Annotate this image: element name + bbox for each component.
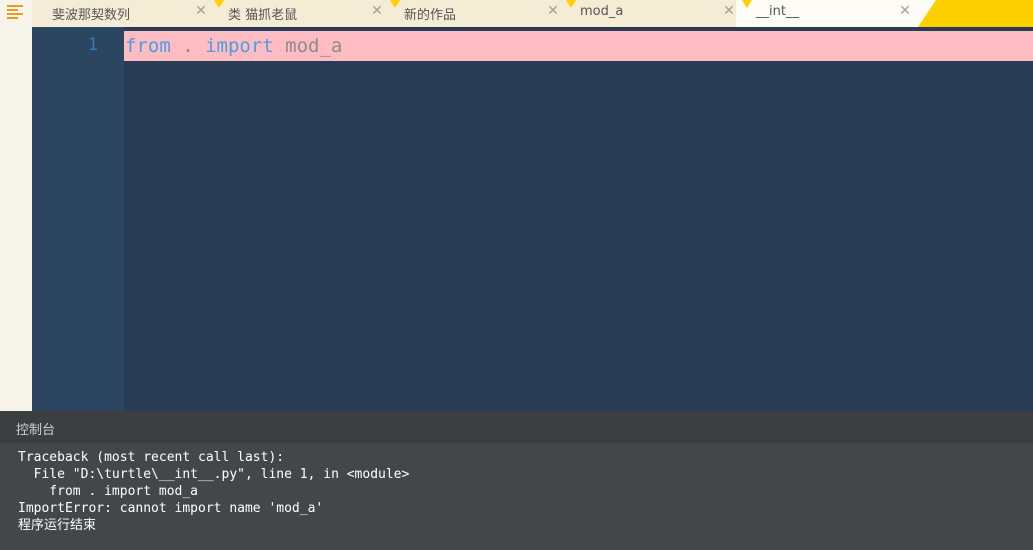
- console-title: 控制台: [16, 423, 56, 438]
- tab-cat-mouse[interactable]: 类 猫抓老鼠 ✕: [208, 0, 384, 27]
- tab-separator-notch: [390, 0, 400, 8]
- tab-label: mod_a: [580, 4, 624, 19]
- keyword-import: import: [205, 35, 274, 57]
- close-icon[interactable]: ✕: [194, 3, 208, 19]
- tab-label: 斐波那契数列: [52, 8, 131, 23]
- code-line-error-highlighted[interactable]: from . import mod_a: [124, 31, 1033, 61]
- console-line: Traceback (most recent call last):: [18, 450, 285, 465]
- close-icon[interactable]: ✕: [898, 3, 912, 19]
- console-panel: 控制台 Traceback (most recent call last): F…: [0, 411, 1033, 550]
- console-header: 控制台: [0, 411, 1033, 443]
- console-output[interactable]: Traceback (most recent call last): File …: [18, 449, 1018, 534]
- close-icon[interactable]: ✕: [722, 3, 736, 19]
- line-number: 1: [87, 35, 98, 55]
- tab-fibonacci[interactable]: 斐波那契数列 ✕: [32, 0, 208, 27]
- tab-label: 类 猫抓老鼠: [228, 8, 298, 23]
- tab-mod-a[interactable]: mod_a ✕: [560, 0, 736, 27]
- console-line: ImportError: cannot import name 'mod_a': [18, 501, 324, 516]
- line-gutter: 1: [32, 27, 124, 411]
- ide-window: 斐波那契数列 ✕ 类 猫抓老鼠 ✕ 新的作品 ✕ mod_a ✕ __int__…: [0, 0, 1033, 550]
- code-editor[interactable]: 1 from . import mod_a: [32, 27, 1033, 411]
- left-toolbar: [0, 0, 32, 411]
- tab-bar: 斐波那契数列 ✕ 类 猫抓老鼠 ✕ 新的作品 ✕ mod_a ✕ __int__…: [32, 0, 1033, 27]
- tab-separator-notch: [566, 0, 576, 8]
- close-icon[interactable]: ✕: [370, 3, 384, 19]
- tab-int[interactable]: __int__ ✕: [736, 0, 918, 27]
- tab-label: 新的作品: [404, 8, 457, 23]
- keyword-from: from: [125, 35, 171, 57]
- code-dot: .: [170, 35, 206, 57]
- active-tab-edge: [918, 0, 936, 27]
- code-module-name: mod_a: [273, 35, 343, 57]
- tab-separator-notch: [742, 0, 752, 8]
- close-icon[interactable]: ✕: [546, 3, 560, 19]
- console-line: from . import mod_a: [18, 484, 199, 499]
- console-line: 程序运行结束: [18, 518, 97, 533]
- menu-lines-icon[interactable]: [7, 5, 25, 19]
- tab-new-work[interactable]: 新的作品 ✕: [384, 0, 560, 27]
- tab-separator-notch: [214, 0, 224, 8]
- tab-label: __int__: [756, 4, 799, 19]
- console-line: File "D:\turtle\__int__.py", line 1, in …: [18, 467, 410, 482]
